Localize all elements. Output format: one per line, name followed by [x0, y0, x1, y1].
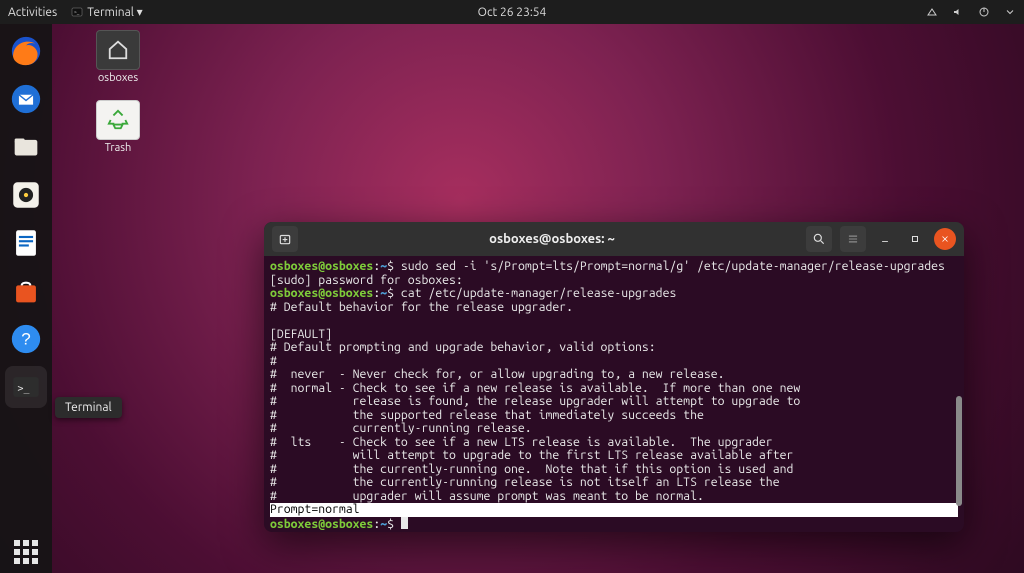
maximize-icon	[910, 234, 920, 244]
topbar: Activities >_ Terminal ▾ Oct 26 23:54	[0, 0, 1024, 24]
close-button[interactable]	[934, 228, 956, 250]
dock-help[interactable]: ?	[5, 318, 47, 360]
desktop-trash-label: Trash	[82, 142, 154, 154]
terminal-icon: >_	[71, 6, 83, 18]
terminal-highlight-line: Prompt=normal	[270, 503, 958, 517]
dock: ? >_	[0, 24, 52, 573]
app-menu-label: Terminal ▾	[87, 5, 142, 19]
svg-text:>_: >_	[74, 9, 80, 15]
shopping-bag-icon	[9, 274, 43, 308]
dock-software[interactable]	[5, 270, 47, 312]
grid-icon	[14, 540, 38, 564]
minimize-button[interactable]	[874, 228, 896, 250]
svg-text:>_: >_	[18, 383, 30, 394]
desktop-home-label: osboxes	[82, 72, 154, 84]
volume-icon[interactable]	[952, 6, 964, 18]
hamburger-icon	[846, 232, 860, 246]
search-button[interactable]	[806, 226, 832, 252]
dock-firefox[interactable]	[5, 30, 47, 72]
terminal-body[interactable]: osboxes@osboxes:~$ sudo sed -i 's/Prompt…	[264, 256, 964, 532]
desktop[interactable]: osboxes Trash osboxes@osboxes: ~ osboxes…	[52, 24, 1024, 573]
terminal-window: osboxes@osboxes: ~ osboxes@osboxes:~$ su…	[264, 222, 964, 532]
power-icon[interactable]	[978, 6, 990, 18]
terminal-out: # Default behavior for the release upgra…	[270, 301, 573, 314]
terminal-line-sudo: [sudo] password for osboxes:	[270, 274, 463, 287]
desktop-home-folder[interactable]: osboxes	[82, 30, 154, 84]
minimize-icon	[880, 234, 890, 244]
document-icon	[9, 226, 43, 260]
maximize-button[interactable]	[904, 228, 926, 250]
terminal-cmd2: cat /etc/update-manager/release-upgrades	[401, 287, 676, 300]
scrollbar-thumb[interactable]	[956, 396, 962, 506]
activities-button[interactable]: Activities	[8, 6, 57, 19]
music-icon	[9, 178, 43, 212]
terminal-cmd1: sudo sed -i 's/Prompt=lts/Prompt=normal/…	[401, 260, 945, 273]
terminal-app-icon: >_	[9, 370, 43, 404]
system-menu-chevron-icon[interactable]	[1004, 6, 1016, 18]
folder-icon	[9, 130, 43, 164]
search-icon	[812, 232, 826, 246]
clock[interactable]: Oct 26 23:54	[478, 6, 547, 19]
help-icon: ?	[9, 322, 43, 356]
app-menu-button[interactable]: >_ Terminal ▾	[71, 5, 142, 19]
dock-thunderbird[interactable]	[5, 78, 47, 120]
recycle-icon	[107, 109, 129, 131]
dock-files[interactable]	[5, 126, 47, 168]
close-icon	[940, 234, 950, 244]
firefox-icon	[9, 34, 43, 68]
show-applications-button[interactable]	[5, 531, 47, 573]
desktop-trash[interactable]: Trash	[82, 100, 154, 154]
dock-libreoffice-writer[interactable]	[5, 222, 47, 264]
terminal-cursor	[401, 517, 408, 529]
new-tab-button[interactable]	[272, 226, 298, 252]
network-status-icon[interactable]	[926, 6, 938, 18]
svg-text:?: ?	[21, 330, 30, 349]
hamburger-menu-button[interactable]	[840, 226, 866, 252]
terminal-titlebar[interactable]: osboxes@osboxes: ~	[264, 222, 964, 256]
dock-terminal[interactable]: >_	[5, 366, 47, 408]
new-tab-icon	[278, 232, 292, 246]
dock-rhythmbox[interactable]	[5, 174, 47, 216]
home-icon	[107, 39, 129, 61]
thunderbird-icon	[9, 82, 43, 116]
terminal-title: osboxes@osboxes: ~	[306, 232, 798, 246]
